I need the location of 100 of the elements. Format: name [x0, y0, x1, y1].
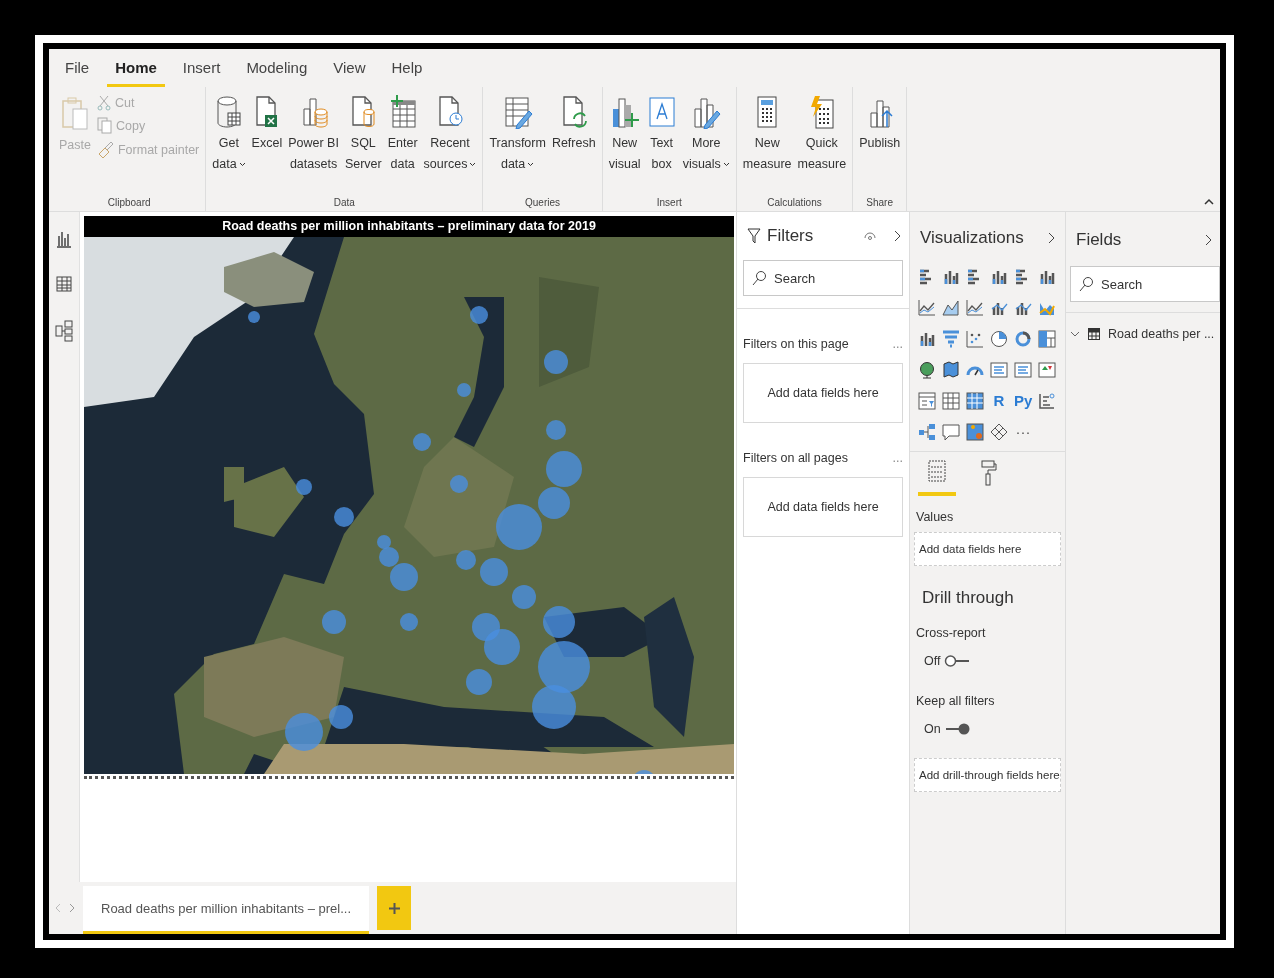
matrix-icon[interactable] [966, 392, 984, 410]
drop-zone[interactable]: Add data fields here [914, 532, 1061, 566]
ribbon-tab[interactable]: Home [107, 55, 165, 87]
section-label: Filters on this page [743, 337, 849, 351]
area-chart-icon[interactable] [942, 299, 960, 317]
page-tab[interactable]: Road deaths per million inhabitants – prel... [83, 886, 370, 934]
scatter-chart-icon[interactable] [966, 330, 984, 348]
ribbon-button[interactable]: Power BI datasets [286, 93, 341, 177]
more-visuals-button[interactable]: ··· [1014, 423, 1032, 441]
ribbon-button[interactable]: Publish [857, 93, 903, 156]
ribbon-button[interactable]: SQL Server [342, 93, 384, 177]
caret-icon [527, 162, 535, 168]
ribbon-button[interactable]: More visuals [680, 93, 732, 177]
line-chart-icon[interactable] [966, 299, 984, 317]
group-label: Clipboard [106, 197, 152, 210]
map-drawing[interactable] [84, 237, 734, 774]
funnel-chart-icon[interactable] [942, 330, 960, 348]
group-label: Queries [524, 197, 562, 210]
caret-icon [722, 162, 730, 168]
search-field[interactable]: Search [743, 260, 903, 296]
decomposition-tree-icon[interactable] [918, 423, 936, 441]
ribbon-button[interactable]: New visual [606, 93, 643, 177]
fields-list-icon [928, 460, 946, 482]
copy-icon [96, 117, 112, 134]
text-box-icon [646, 95, 677, 129]
add-page-button[interactable] [377, 886, 412, 930]
drop-zone[interactable]: Add drill-through fields here [914, 758, 1061, 792]
pane-title: Fields [1076, 230, 1122, 250]
eye-icon[interactable] [864, 231, 876, 241]
ribbon-button[interactable]: New measure [740, 93, 794, 177]
ribbon-button[interactable]: Text box [644, 93, 679, 177]
ribbon-button[interactable]: Excel [249, 93, 285, 156]
table-icon[interactable] [56, 276, 72, 292]
map-pin-icon[interactable] [966, 423, 984, 441]
treemap-icon[interactable] [1038, 330, 1056, 348]
chart-pencil-icon [691, 95, 722, 129]
ribbon-tab[interactable]: File [57, 55, 98, 87]
pie-chart-icon[interactable] [990, 330, 1008, 348]
map-icon[interactable] [942, 361, 960, 379]
donut-chart-icon[interactable] [1014, 330, 1032, 348]
table-pencil-icon [502, 95, 533, 129]
group-label: Insert [655, 197, 683, 210]
toggle-switch[interactable] [944, 654, 971, 668]
ribbon-button[interactable]: Recent sources [421, 93, 479, 177]
key-influencers-icon[interactable] [1038, 392, 1056, 410]
expand-chevron-icon[interactable] [1205, 234, 1212, 246]
column-chart-icon[interactable] [918, 330, 936, 348]
visual-type-button[interactable]: R [990, 392, 1008, 410]
ribbon-button[interactable]: Get data [210, 93, 248, 177]
collapse-chevron-icon[interactable] [1204, 198, 1214, 205]
more-options[interactable]: ... [892, 451, 903, 465]
slicer-icon[interactable] [918, 392, 936, 410]
ribbon-tab[interactable]: View [325, 55, 374, 87]
column-chart-icon[interactable] [942, 268, 960, 286]
expand-chevron-icon[interactable] [1048, 232, 1055, 244]
paint-roller-icon [981, 460, 997, 486]
ribbon-button[interactable]: Quick measure [795, 93, 849, 177]
toggle-switch[interactable] [944, 722, 971, 736]
column-chart-icon[interactable] [990, 268, 1008, 286]
ribbon-button[interactable]: Transform data [487, 93, 548, 177]
visual-type-button[interactable]: Py [1014, 392, 1032, 410]
toggle-state: Off [924, 654, 941, 668]
pane-title: Filters [767, 226, 815, 246]
model-icon[interactable] [55, 320, 73, 342]
table-plus-icon [388, 95, 417, 129]
pane-title: Visualizations [920, 228, 1024, 248]
table-icon[interactable] [942, 392, 960, 410]
kpi-icon[interactable] [1038, 361, 1056, 379]
expand-chevron-icon[interactable] [894, 230, 901, 242]
ribbon-tab[interactable]: Insert [174, 55, 229, 87]
line-chart-icon[interactable] [918, 299, 936, 317]
speech-bubble-icon[interactable] [942, 423, 960, 441]
chevron-down-icon[interactable] [1070, 330, 1080, 338]
ribbon-tab[interactable]: Modeling [238, 55, 316, 87]
more-options[interactable]: ... [892, 337, 903, 351]
paintbrush-icon [96, 140, 114, 159]
section-title: Drill through [921, 587, 1015, 609]
clipboard-icon [60, 95, 90, 131]
drop-zone[interactable]: Add data fields here [743, 363, 903, 423]
column-chart-icon[interactable] [1038, 268, 1056, 286]
ribbon-button[interactable]: Refresh [549, 93, 598, 156]
toggle-label: Keep all filters [915, 693, 996, 710]
ribbon-tab[interactable]: Help [383, 55, 431, 87]
group-label: Calculations [766, 197, 823, 210]
field-table-item[interactable]: Road deaths per ... [1108, 327, 1215, 341]
plus-icon [388, 902, 400, 914]
toggle-label: Cross-report [915, 625, 987, 642]
drop-zone[interactable]: Add data fields here [743, 477, 903, 537]
next-page-icon[interactable] [69, 903, 75, 913]
ribbon-button[interactable]: Enter data [385, 93, 420, 177]
group-label: Share [865, 197, 894, 210]
bar-chart-icon[interactable] [56, 230, 72, 248]
section-label: Filters on all pages [743, 451, 848, 465]
globe-icon[interactable] [918, 361, 936, 379]
table-icon [1088, 328, 1100, 340]
search-icon [751, 270, 767, 286]
diamond-pattern-icon[interactable] [990, 423, 1008, 441]
funnel-icon [747, 228, 761, 244]
search-field[interactable]: Search [1070, 266, 1220, 302]
database-icon [214, 95, 243, 129]
